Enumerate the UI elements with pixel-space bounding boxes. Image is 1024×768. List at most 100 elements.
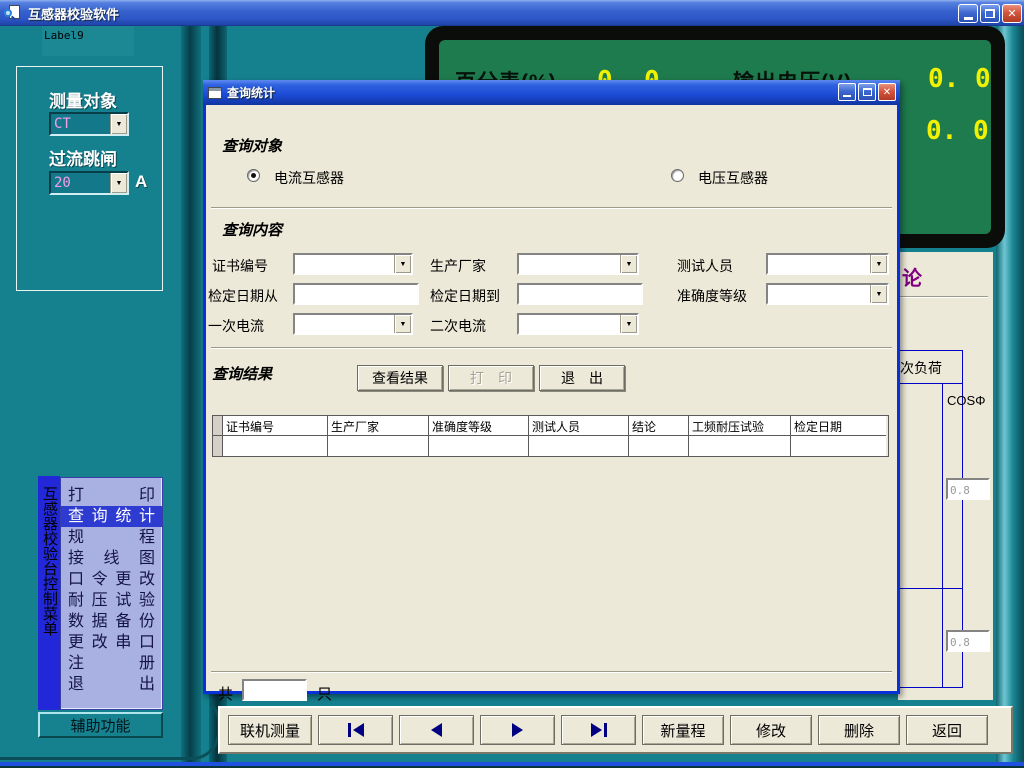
manufacturer-label: 生产厂家 [430, 256, 486, 276]
radio-voltage-transformer-label[interactable]: 电压互感器 [698, 168, 768, 188]
dialog-titlebar[interactable]: 查询统计 ✕ [203, 80, 900, 105]
burden-label: 次负荷 [900, 358, 942, 378]
date-from-label: 检定日期从 [208, 286, 278, 306]
ampere-unit-label: A [135, 172, 147, 192]
result-side-panel: 论 次负荷 COSΦ [898, 252, 993, 700]
dialog-close-button[interactable]: ✕ [878, 83, 896, 101]
manufacturer-combo[interactable]: ▼ [517, 253, 639, 275]
cos-phi-input-2[interactable] [946, 630, 990, 652]
menu-item-register[interactable]: 注册 [61, 653, 162, 674]
menu-item-print[interactable]: 打印 [61, 485, 162, 506]
secondary-current-value [519, 315, 620, 333]
bottom-toolbar: 联机测量 新量程 修改 删除 返回 [218, 706, 1013, 754]
radio-voltage-transformer[interactable] [671, 169, 684, 182]
menu-vertical-title-strip: 互感器校验台控制菜单 [38, 476, 60, 710]
divider [211, 347, 892, 348]
menu-item-data-backup[interactable]: 数据备份 [61, 611, 162, 632]
close-icon: ✕ [1007, 7, 1016, 20]
dropdown-arrow-icon[interactable]: ▼ [620, 255, 637, 273]
header-cell-conclusion[interactable]: 结论 [629, 416, 689, 436]
date-from-input[interactable] [293, 283, 419, 305]
table-cell [328, 436, 429, 456]
primary-current-combo[interactable]: ▼ [293, 313, 413, 335]
accuracy-label: 准确度等级 [677, 286, 747, 306]
header-cell-manufacturer[interactable]: 生产厂家 [328, 416, 429, 436]
total-count-input[interactable] [242, 679, 307, 701]
control-menu: 打印 查询统计 规程 接线图 口令更改 耐压试验 数据备份 更改串口 注册 退出 [60, 477, 163, 710]
cos-phi-input-1[interactable] [946, 478, 990, 500]
nav-prev-icon [431, 723, 442, 737]
dialog-minimize-button[interactable] [838, 83, 856, 101]
menu-item-exit[interactable]: 退出 [61, 674, 162, 695]
table-line [942, 383, 943, 688]
menu-item-serial-port[interactable]: 更改串口 [61, 632, 162, 653]
maximize-icon [863, 88, 872, 96]
main-titlebar[interactable]: 互感器校验软件 ✕ [0, 0, 1024, 26]
menu-item-query-stats[interactable]: 查询统计 [61, 506, 162, 527]
nav-last-button[interactable] [561, 715, 636, 745]
exit-button[interactable]: 退 出 [539, 365, 625, 391]
header-cell-date[interactable]: 检定日期 [791, 416, 886, 436]
new-range-button[interactable]: 新量程 [642, 715, 724, 745]
menu-vertical-title: 互感器校验台控制菜单 [38, 486, 60, 710]
header-cell-withstand[interactable]: 工频耐压试验 [689, 416, 791, 436]
menu-item-withstand-test[interactable]: 耐压试验 [61, 590, 162, 611]
dropdown-arrow-icon[interactable]: ▼ [110, 114, 127, 134]
nav-prev-button[interactable] [399, 715, 474, 745]
row-selector-cell [213, 436, 223, 456]
overcurrent-trip-combo[interactable]: 20 ▼ [49, 171, 129, 195]
background-strip [181, 26, 201, 762]
label9: Label9 [42, 26, 134, 56]
nav-last-icon [604, 723, 607, 737]
delete-button[interactable]: 删除 [818, 715, 900, 745]
nav-first-button[interactable] [318, 715, 393, 745]
radio-current-transformer-label[interactable]: 电流互感器 [274, 168, 344, 188]
tester-combo[interactable]: ▼ [766, 253, 889, 275]
table-cell [223, 436, 328, 456]
measure-object-label: 测量对象 [49, 87, 117, 112]
cos-phi-label: COSΦ [947, 393, 986, 408]
accuracy-combo[interactable]: ▼ [766, 283, 889, 305]
header-cell-accuracy[interactable]: 准确度等级 [429, 416, 529, 436]
dropdown-arrow-icon[interactable]: ▼ [870, 255, 887, 273]
dialog-maximize-button[interactable] [858, 83, 876, 101]
dropdown-arrow-icon[interactable]: ▼ [394, 315, 411, 333]
nav-first-icon [353, 723, 364, 737]
header-cell-tester[interactable]: 测试人员 [529, 416, 629, 436]
dropdown-arrow-icon[interactable]: ▼ [394, 255, 411, 273]
application-window: Label9 百分表(%) 0. 0 输出电压(V) 0. 0 0. 0 论 次… [0, 0, 1024, 768]
table-cell [791, 436, 886, 456]
app-title: 互感器校验软件 [28, 4, 119, 23]
secondary-current-combo[interactable]: ▼ [517, 313, 639, 335]
modify-button[interactable]: 修改 [730, 715, 812, 745]
divider [211, 207, 892, 208]
app-icon [4, 4, 22, 22]
date-to-input[interactable] [517, 283, 643, 305]
dropdown-arrow-icon[interactable]: ▼ [110, 173, 127, 193]
minimize-button[interactable] [958, 4, 978, 23]
primary-current-label: 一次电流 [208, 316, 264, 336]
header-cell-cert-no[interactable]: 证书编号 [223, 416, 328, 436]
print-button: 打 印 [448, 365, 534, 391]
aux-function-button[interactable]: 辅助功能 [38, 712, 163, 738]
cert-no-combo[interactable]: ▼ [293, 253, 413, 275]
menu-item-regulations[interactable]: 规程 [61, 527, 162, 548]
measurement-panel: 测量对象 CT ▼ 过流跳闸 20 ▼ A [16, 66, 163, 291]
menu-item-wiring-diagram[interactable]: 接线图 [61, 548, 162, 569]
dropdown-arrow-icon[interactable]: ▼ [870, 285, 887, 303]
restore-button[interactable] [980, 4, 1000, 23]
tester-value [768, 255, 870, 273]
view-result-button[interactable]: 查看结果 [357, 365, 443, 391]
nav-next-button[interactable] [480, 715, 555, 745]
measure-object-combo[interactable]: CT ▼ [49, 112, 129, 136]
close-button[interactable]: ✕ [1002, 4, 1022, 23]
back-button[interactable]: 返回 [906, 715, 988, 745]
nav-first-icon [348, 723, 351, 737]
menu-item-password-change[interactable]: 口令更改 [61, 569, 162, 590]
form-icon [208, 87, 222, 99]
online-measure-button[interactable]: 联机测量 [228, 715, 312, 745]
dropdown-arrow-icon[interactable]: ▼ [620, 315, 637, 333]
result-table-header-row: 证书编号 生产厂家 准确度等级 测试人员 结论 工频耐压试验 检定日期 [213, 416, 888, 436]
query-content-heading: 查询内容 [222, 219, 282, 240]
radio-current-transformer[interactable] [247, 169, 260, 182]
